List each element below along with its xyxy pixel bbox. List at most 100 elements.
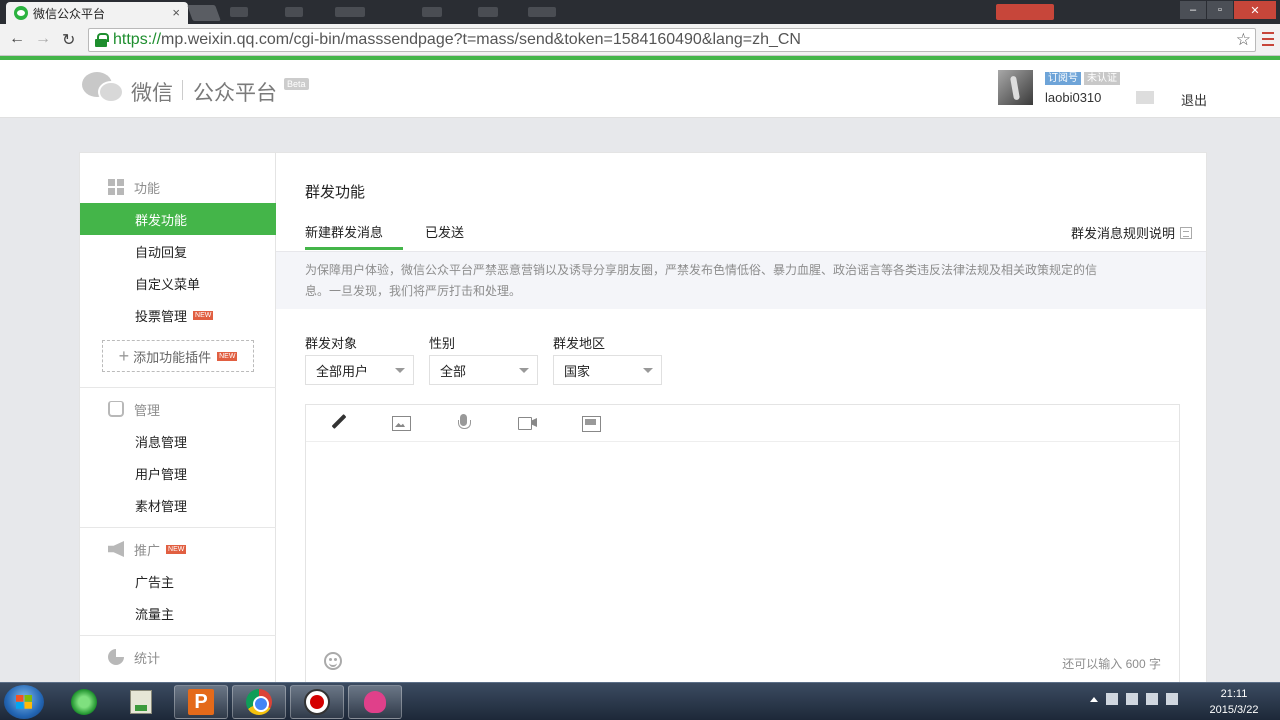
clock-time: 21:11 — [1220, 688, 1248, 700]
start-button[interactable] — [4, 685, 44, 719]
taskbar-chrome[interactable] — [232, 685, 286, 719]
wechat-favicon-icon — [14, 6, 28, 20]
sidebar-divider — [80, 387, 276, 388]
url-path: mp.weixin.qq.com/cgi-bin/masssendpage?t=… — [161, 31, 801, 48]
message-textarea[interactable] — [306, 442, 1179, 644]
browser-tab[interactable]: 微信公众平台 × — [6, 2, 188, 24]
logout-link[interactable]: 退出 — [1181, 90, 1207, 109]
tab-new-mass-message[interactable]: 新建群发消息 — [305, 222, 383, 241]
rules-link-label: 群发消息规则说明 — [1070, 226, 1175, 241]
browser-tab-title: 微信公众平台 — [33, 6, 106, 21]
message-editor: 还可以输入 600 字 — [305, 404, 1180, 691]
sidebar-section-statistics[interactable]: 统计 — [80, 642, 276, 672]
notes-icon — [130, 690, 152, 714]
sidebar-item-messages[interactable]: 消息管理 — [80, 425, 276, 457]
sidebar-item-label: 自动回复 — [135, 244, 188, 260]
gender-select[interactable]: 全部 — [429, 355, 538, 385]
new-badge: NEW — [217, 351, 238, 361]
sidebar-item-auto-reply[interactable]: 自动回复 — [80, 235, 276, 267]
sidebar-section-promotion: 推广 NEW — [80, 534, 276, 564]
mail-icon[interactable] — [1136, 91, 1154, 104]
blurred-bookmark — [285, 7, 303, 17]
tab-bar: 新建群发消息 已发送 群发消息规则说明 — [276, 213, 1206, 251]
bug-icon — [364, 691, 386, 713]
account-type-badge: 订阅号 — [1045, 72, 1081, 85]
video-icon[interactable] — [518, 414, 538, 432]
add-plugin-button[interactable]: + 添加功能插件 NEW — [102, 340, 254, 372]
sidebar-item-label: 广告主 — [135, 574, 175, 590]
tab-close-icon[interactable]: × — [172, 5, 180, 20]
sidebar-item-mass-send[interactable]: 群发功能 — [80, 203, 276, 235]
lock-icon — [95, 33, 109, 47]
wechat-logo-icon[interactable] — [82, 72, 126, 104]
blurred-bookmark — [422, 7, 442, 17]
powerpoint-icon: P — [188, 689, 214, 715]
logo-divider — [182, 80, 183, 100]
taskbar-ie[interactable] — [57, 685, 111, 719]
tray-expand-icon[interactable] — [1090, 696, 1098, 702]
sidebar-item-materials[interactable]: 素材管理 — [80, 489, 276, 521]
sidebar-item-label: 流量主 — [135, 606, 175, 622]
blurred-bookmark — [230, 7, 248, 17]
target-select[interactable]: 全部用户 — [305, 355, 414, 385]
taskbar-app[interactable] — [348, 685, 402, 719]
volume-icon[interactable] — [1166, 693, 1178, 705]
sidebar-item-vote-management[interactable]: 投票管理 NEW — [80, 299, 276, 331]
back-button[interactable]: ← — [9, 30, 25, 48]
logo-platform-text[interactable]: 公众平台 — [193, 77, 277, 107]
clock-date: 2015/3/22 — [1209, 704, 1259, 716]
system-clock[interactable]: 21:11 2015/3/22 — [1198, 686, 1270, 718]
avatar[interactable] — [998, 70, 1033, 105]
flag-icon[interactable] — [1106, 693, 1118, 705]
network-icon[interactable] — [1126, 693, 1138, 705]
window-close-button[interactable]: ✕ — [1234, 1, 1276, 19]
sidebar-item-publisher[interactable]: 流量主 — [80, 597, 276, 629]
rules-link[interactable]: 群发消息规则说明 — [1071, 223, 1192, 242]
microphone-icon[interactable] — [454, 414, 474, 432]
sidebar-section-label: 统计 — [134, 650, 161, 666]
new-tab-button[interactable] — [187, 5, 221, 21]
image-icon[interactable] — [391, 414, 411, 432]
sidebar-divider — [80, 635, 276, 636]
region-select[interactable]: 国家 — [553, 355, 662, 385]
news-icon[interactable] — [581, 414, 601, 432]
reload-button[interactable]: ↻ — [62, 30, 75, 50]
sidebar-item-label: 群发功能 — [135, 212, 188, 228]
bookmark-star-icon[interactable]: ☆ — [1236, 30, 1251, 50]
taskbar-notes[interactable] — [114, 685, 168, 719]
blurred-extension-button[interactable] — [996, 4, 1054, 20]
maximize-button[interactable]: ▫ — [1207, 1, 1233, 19]
document-icon — [1180, 226, 1192, 239]
plus-icon: + — [118, 345, 130, 366]
taskbar-recorder[interactable] — [290, 685, 344, 719]
address-bar[interactable]: https:// mp.weixin.qq.com/cgi-bin/massse… — [88, 28, 1256, 52]
sidebar-section-label: 功能 — [134, 180, 161, 196]
emoji-icon[interactable] — [324, 652, 342, 670]
url-scheme: https:// — [113, 31, 162, 48]
grid-icon — [108, 179, 124, 195]
target-label: 群发对象 — [305, 336, 358, 351]
sidebar-item-advertiser[interactable]: 广告主 — [80, 565, 276, 597]
beta-badge: Beta — [284, 78, 309, 90]
minimize-button[interactable]: – — [1180, 1, 1206, 19]
sidebar-section-label: 推广 — [134, 542, 161, 558]
gender-label: 性别 — [429, 336, 456, 351]
notice-line: 息。一旦发现，我们将严厉打击和处理。 — [305, 284, 522, 298]
browser-toolbar: ← → ↻ https:// mp.weixin.qq.com/cgi-bin/… — [0, 24, 1280, 56]
forward-button[interactable]: → — [35, 30, 51, 48]
logo-text[interactable]: 微信 — [131, 77, 173, 107]
sidebar-item-custom-menu[interactable]: 自定义菜单 — [80, 267, 276, 299]
taskbar-powerpoint[interactable]: P — [174, 685, 228, 719]
sidebar-item-label: 消息管理 — [135, 434, 188, 450]
page-title: 群发功能 — [305, 184, 366, 201]
signal-icon[interactable] — [1146, 693, 1158, 705]
verification-badge: 未认证 — [1084, 72, 1120, 85]
new-badge: NEW — [193, 310, 214, 320]
new-badge: NEW — [166, 544, 187, 554]
tab-sent[interactable]: 已发送 — [425, 222, 464, 241]
chrome-menu-icon[interactable] — [1262, 32, 1274, 46]
sidebar-item-users[interactable]: 用户管理 — [80, 457, 276, 489]
caret-down-icon — [643, 368, 653, 373]
username[interactable]: laobi0310 — [1045, 90, 1101, 105]
pencil-icon[interactable] — [329, 414, 349, 432]
